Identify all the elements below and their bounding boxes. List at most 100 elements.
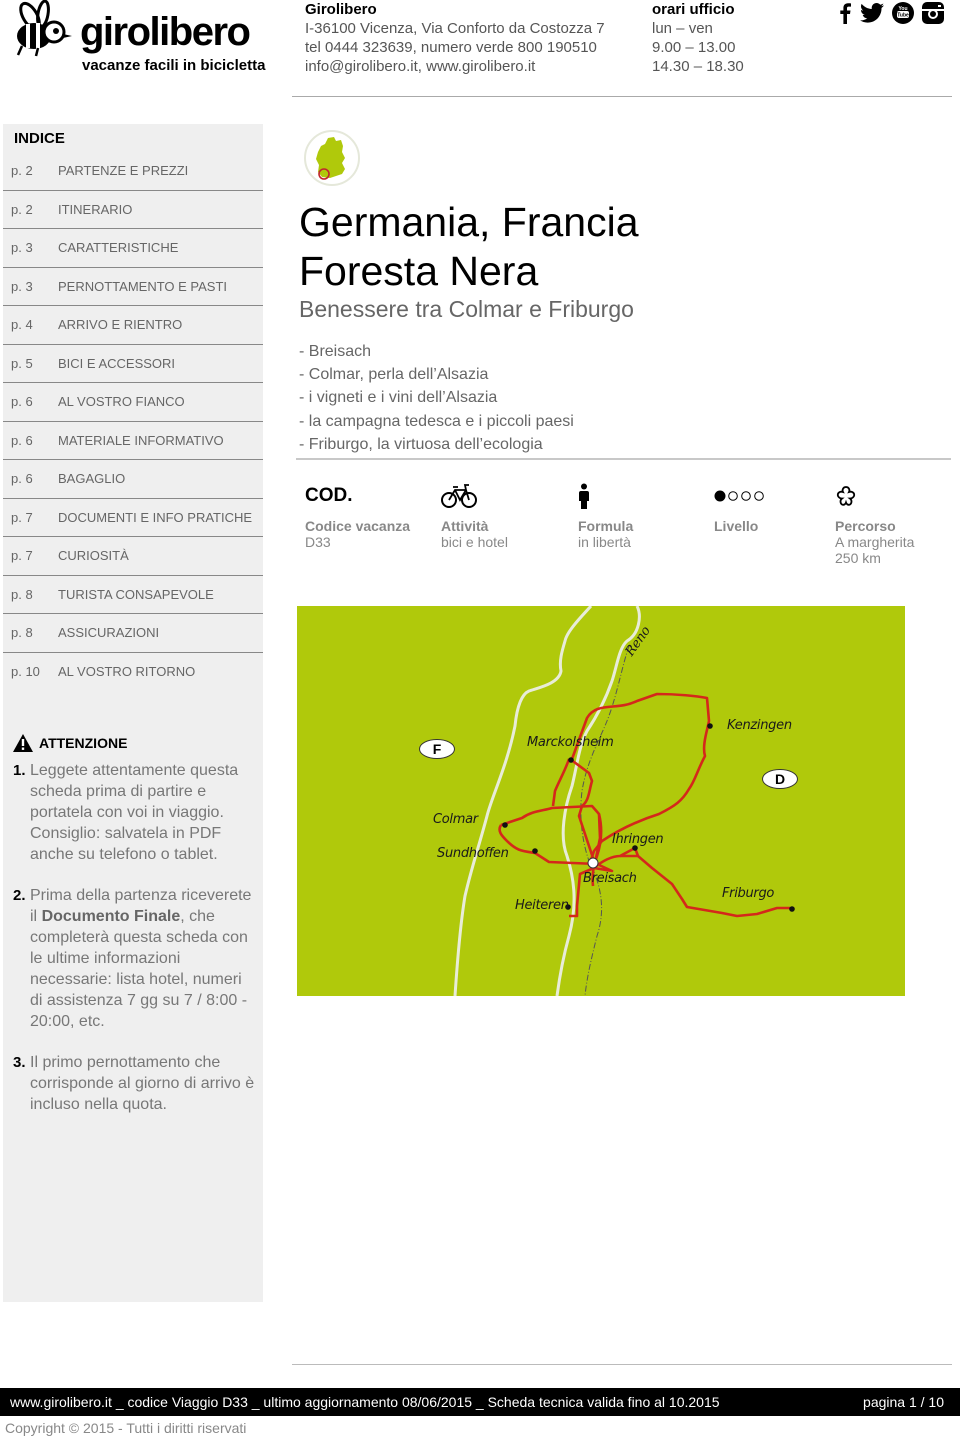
header-divider xyxy=(292,96,952,97)
index-item[interactable]: p. 6 BAGAGLIO xyxy=(3,460,263,499)
index-item-label: BAGAGLIO xyxy=(58,471,126,487)
index-item-label: AL VOSTRO FIANCO xyxy=(58,394,185,410)
country-locator-map xyxy=(304,130,360,186)
index-item[interactable]: p. 2 PARTENZE E PREZZI xyxy=(3,152,263,191)
country-badge-france: F xyxy=(419,739,455,759)
level-label: Livello xyxy=(714,518,759,534)
route-map[interactable]: Reno F D Marckolsheim Kenzingen Colmar S… xyxy=(297,606,905,996)
feature-formula: Formula in libertà xyxy=(578,480,633,550)
index-item[interactable]: p. 3 PERNOTTAMENTO E PASTI xyxy=(3,268,263,306)
index-item-label: ITINERARIO xyxy=(58,201,133,217)
attention-item-number: 3. xyxy=(13,1054,26,1071)
trip-title: Germania, Francia Foresta Nera xyxy=(299,198,639,296)
attention-item-text: Prima della partenza riceverete il Docum… xyxy=(30,885,258,1032)
instagram-icon[interactable] xyxy=(922,2,944,24)
index-item-label: DOCUMENTI E INFO PRATICHE xyxy=(58,509,253,525)
copyright: Copyright © 2015 - Tutti i diritti riser… xyxy=(5,1420,247,1436)
index-item[interactable]: p. 5 BICI E ACCESSORI xyxy=(3,345,263,383)
town-label: Marckolsheim xyxy=(527,735,614,750)
highlight-item: - Breisach xyxy=(299,343,372,360)
attention-text-bold: Documento Finale xyxy=(41,908,181,925)
feature-code: COD. Codice vacanza D33 xyxy=(305,480,410,550)
country-badge-germany: D xyxy=(762,769,798,789)
attention-box: ATTENZIONE 1. Leggete attentamente quest… xyxy=(13,734,258,1135)
attention-item: 1. Leggete attentamente questa scheda pr… xyxy=(13,760,258,865)
feature-route: Percorso A margherita 250 km xyxy=(835,480,914,566)
town-dot xyxy=(502,822,508,828)
index-item-page: p. 8 xyxy=(11,625,33,641)
index-item-page: p. 3 xyxy=(11,240,33,256)
office-morning: 9.00 – 13.00 xyxy=(652,39,736,56)
town-label: Friburgo xyxy=(722,886,775,901)
index-item-label: ARRIVO E RIENTRO xyxy=(58,317,183,333)
brand-tagline: vacanze facili in bicicletta xyxy=(82,57,266,74)
attention-title: ATTENZIONE xyxy=(39,735,128,751)
route-value: A margherita xyxy=(835,534,915,550)
level-indicator xyxy=(714,480,766,512)
level-dot-filled xyxy=(714,490,726,502)
svg-text:You: You xyxy=(898,6,907,12)
index-item-label: PERNOTTAMENTO E PASTI xyxy=(58,278,228,294)
section-divider xyxy=(296,458,951,460)
index-item[interactable]: p. 2 ITINERARIO xyxy=(3,191,263,229)
brand-logo[interactable]: girolibero vacanze facili in bicicletta xyxy=(8,0,268,80)
index-item-page: p. 6 xyxy=(11,394,33,410)
flower-route-icon xyxy=(835,480,914,512)
attention-item-number: 1. xyxy=(13,762,26,779)
index-item-page: p. 8 xyxy=(11,586,33,602)
feature-level: Livello xyxy=(714,480,766,534)
contact-info: Girolibero I-36100 Vicenza, Via Conforto… xyxy=(305,0,605,76)
index-item[interactable]: p. 10 AL VOSTRO RITORNO xyxy=(3,653,263,692)
youtube-icon[interactable]: You Tube xyxy=(892,2,914,24)
trip-title-line1: Germania, Francia xyxy=(299,199,639,245)
index-item-page: p. 2 xyxy=(11,201,33,217)
sidebar: INDICE p. 2 PARTENZE E PREZZI p. 2 ITINERA… xyxy=(3,124,263,1302)
index-item-page: p. 7 xyxy=(11,548,33,564)
twitter-icon[interactable] xyxy=(860,3,884,23)
index-item-label: CURIOSITÀ xyxy=(58,548,129,564)
town-label: Ihringen xyxy=(612,832,664,847)
index-item[interactable]: p. 4 ARRIVO E RIENTRO xyxy=(3,306,263,345)
index-item-label: ASSICURAZIONI xyxy=(58,625,160,641)
company-web[interactable]: info@girolibero.it, www.girolibero.it xyxy=(305,57,605,76)
route-label: Percorso xyxy=(835,518,896,534)
index-item[interactable]: p. 6 MATERIALE INFORMATIVO xyxy=(3,422,263,460)
index-item-page: p. 10 xyxy=(11,664,40,680)
facebook-icon[interactable] xyxy=(838,2,852,24)
index-item[interactable]: p. 7 CURIOSITÀ xyxy=(3,537,263,576)
index-item-label: TURISTA CONSAPEVOLE xyxy=(58,586,214,602)
town-dot xyxy=(568,757,574,763)
index-item[interactable]: p. 7 DOCUMENTI E INFO PRATICHE xyxy=(3,499,263,537)
brand-name: girolibero xyxy=(80,10,251,54)
index-item[interactable]: p. 3 CARATTERISTICHE xyxy=(3,229,263,268)
index-item-page: p. 6 xyxy=(11,471,33,487)
index-item-page: p. 3 xyxy=(11,278,33,294)
footer-info: www.girolibero.it _ codice Viaggio D33 _… xyxy=(10,1394,720,1410)
town-label: Sundhoffen xyxy=(437,846,509,861)
town-label: Breisach xyxy=(583,871,637,886)
level-dot-empty xyxy=(741,491,751,501)
footer-divider xyxy=(292,1364,952,1365)
town-label: Heiteren xyxy=(515,898,569,913)
index-item-label: CARATTERISTICHE xyxy=(58,240,179,256)
index-item-label: MATERIALE INFORMATIVO xyxy=(58,432,224,448)
formula-value: in libertà xyxy=(578,534,631,550)
town-label: Colmar xyxy=(433,812,478,827)
attention-item: 3. Il primo pernottamento che corrispond… xyxy=(13,1052,258,1115)
index-item-label: BICI E ACCESSORI xyxy=(58,355,176,371)
route-distance: 250 km xyxy=(835,550,881,566)
index-item[interactable]: p. 8 TURISTA CONSAPEVOLE xyxy=(3,576,263,614)
index-item-page: p. 5 xyxy=(11,355,33,371)
trip-subtitle: Benessere tra Colmar e Friburgo xyxy=(299,296,634,322)
svg-text:Tube: Tube xyxy=(897,13,909,19)
office-days: lun – ven xyxy=(652,20,713,37)
highlight-item: - Friburgo, la virtuosa dell’ecologia xyxy=(299,435,543,453)
index-item[interactable]: p. 6 AL VOSTRO FIANCO xyxy=(3,383,263,422)
feature-activity: Attività bici e hotel xyxy=(441,480,508,550)
warning-icon xyxy=(13,734,33,752)
office-hours-title: orari ufficio xyxy=(652,1,735,18)
town-dot xyxy=(789,906,795,912)
highlight-item: - Colmar, perla dell’Alsazia xyxy=(299,366,489,384)
trip-highlights: - Breisach - Colmar, perla dell’Alsazia … xyxy=(299,340,574,456)
index-item[interactable]: p. 8 ASSICURAZIONI xyxy=(3,614,263,653)
